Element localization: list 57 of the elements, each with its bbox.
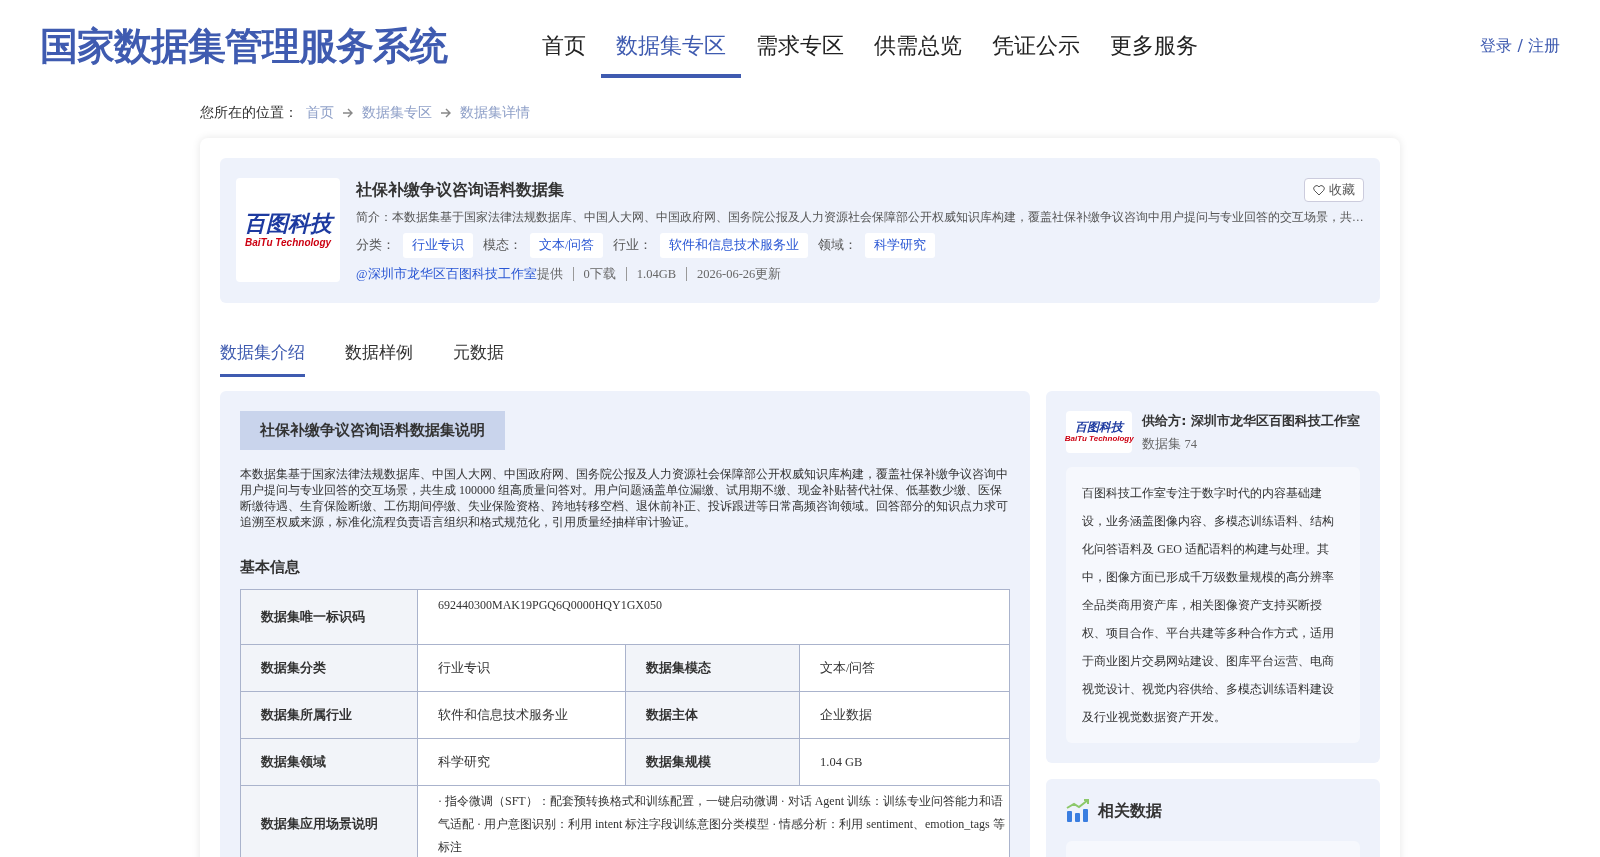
content-tab[interactable]: 数据样例 — [345, 331, 413, 377]
company-logo: 百图科技 BaiTu Technology — [236, 178, 340, 282]
arrow-right-icon — [440, 108, 452, 118]
arrow-right-icon — [342, 108, 354, 118]
tag: 科学研究 — [865, 233, 936, 258]
field-label: 数据集分类 — [240, 644, 418, 692]
bar-chart-icon — [1066, 799, 1091, 823]
provider-link[interactable]: @深圳市龙华区百图科技工作室 — [356, 267, 537, 281]
stat-text: 2026-06-26更新 — [686, 267, 782, 281]
field-value: 文本/问答 — [799, 644, 1010, 692]
field-value: 692440300MAK19PGQ6Q0000HQY1GX050 — [417, 589, 1010, 645]
nav-tab[interactable]: 首页 — [527, 18, 601, 78]
tag: 文本/问答 — [530, 233, 604, 258]
field-value: 行业专识 — [417, 644, 626, 692]
field-value: 科学研究 — [417, 738, 626, 786]
nav-tab[interactable]: 供需总览 — [859, 18, 977, 78]
nav-tab[interactable]: 数据集专区 — [601, 18, 741, 78]
supplier-description: 百图科技工作室专注于数字时代的内容基础建设，业务涵盖图像内容、多模态训练语料、结构化问答语料及 GEO 适配语料的构建与处理。其中，图像方面已形成千万级数量规模的高分辨率全品类商用资产库，相关图像资产支持买断授权、项目合作、平台共建等多种合作方式，适用于商业图片交易网站建设、图库平台运营、电商视觉设计、视觉内容供给、多模态训练语料建设及行业视觉数据资产开发。 — [1066, 467, 1360, 743]
field-label: 数据集规模 — [625, 738, 800, 786]
favorite-button[interactable]: 收藏 — [1304, 178, 1364, 202]
field-value: 1.04 GB — [799, 738, 1010, 786]
field-value: 企业数据 — [799, 691, 1010, 739]
tag-label: 领域： — [818, 237, 858, 254]
tag-label: 行业： — [613, 237, 653, 254]
field-value: · 指令微调（SFT）：配套预转换格式和训练配置，一键启动微调 · 对话 Agent 训练：训练专业问答能力和语气适配 · 用户意图识别：利用 intent 标注字段训练意图分类模型 · 情感分析：利用 sentiment、emotion_tags 等标注 — [417, 785, 1010, 857]
tag: 行业专识 — [403, 233, 473, 258]
tag-label: 分类： — [356, 237, 395, 254]
intro-text: 简介：本数据集基于国家法律法规数据库、中国人大网、中国政府网、国务院公报及人力资源社会保障部公开权威知识库构建，覆盖社保补缴争议咨询中用户提问与专业回答的交互场景，共… — [356, 210, 1364, 225]
field-value: 软件和信息技术服务业 — [417, 691, 626, 739]
site-title: 国家数据集管理服务系统 — [40, 22, 447, 70]
breadcrumb-label: 您所在的位置： — [200, 104, 298, 122]
stat-text: 1.04GB — [625, 267, 676, 281]
field-label: 数据集应用场景说明 — [240, 785, 418, 857]
content-tab[interactable]: 元数据 — [453, 331, 504, 377]
field-label: 数据集唯一标识码 — [240, 589, 418, 645]
section-heading: 基本信息 — [240, 558, 301, 577]
supplier-name: 供给方: 深圳市龙华区百图科技工作室 — [1142, 411, 1360, 430]
nav-tab[interactable]: 凭证公示 — [977, 18, 1095, 78]
nav-tab[interactable]: 需求专区 — [741, 18, 859, 78]
field-label: 数据主体 — [625, 691, 800, 739]
field-label: 数据集模态 — [625, 644, 800, 692]
description-text: 本数据集基于国家法律法规数据库、中国人大网、中国政府网、国务院公报及人力资源社会保障部公开权威知识库构建，覆盖社保补缴争议咨询中用户提问与专业回答的交互场景，共生成 100000 组高质量问答对。用户问题涵盖单位漏缴、试用期不缴、现金补贴替代社保、低基数少缴、医保断缴待遇、生育保险断缴、工伤期间停缴、失业保险资格、跨地转移空档、退休前补正、投诉跟进等日常高频咨询领域。回答部分的知识点力求可追溯至权威来源，标准化流程负责语言组织和格式规范化，引用质量经抽样审计验证。 — [240, 466, 1009, 530]
content-tab[interactable]: 数据集介绍 — [220, 331, 305, 377]
field-label: 数据集所属行业 — [240, 691, 418, 739]
section-heading: 社保补缴争议咨询语料数据集说明 — [240, 411, 505, 450]
tag-label: 模态： — [483, 237, 522, 254]
login-link[interactable]: 登录 / 注册 — [1480, 35, 1560, 57]
nav-tab[interactable]: 更多服务 — [1095, 18, 1213, 78]
dataset-title: 社保补缴争议咨询语料数据集 — [356, 179, 564, 201]
provided-text: 提供 — [536, 267, 563, 281]
heart-icon — [1313, 184, 1325, 196]
field-label: 数据集领域 — [240, 738, 418, 786]
dataset-count: 数据集 74 — [1142, 435, 1198, 453]
section-heading: 相关数据 — [1098, 800, 1163, 822]
tag: 软件和信息技术服务业 — [660, 233, 809, 258]
company-logo: 百图科技 BaiTu Technology — [1066, 411, 1133, 453]
stat-text: 0下载 — [572, 267, 616, 281]
